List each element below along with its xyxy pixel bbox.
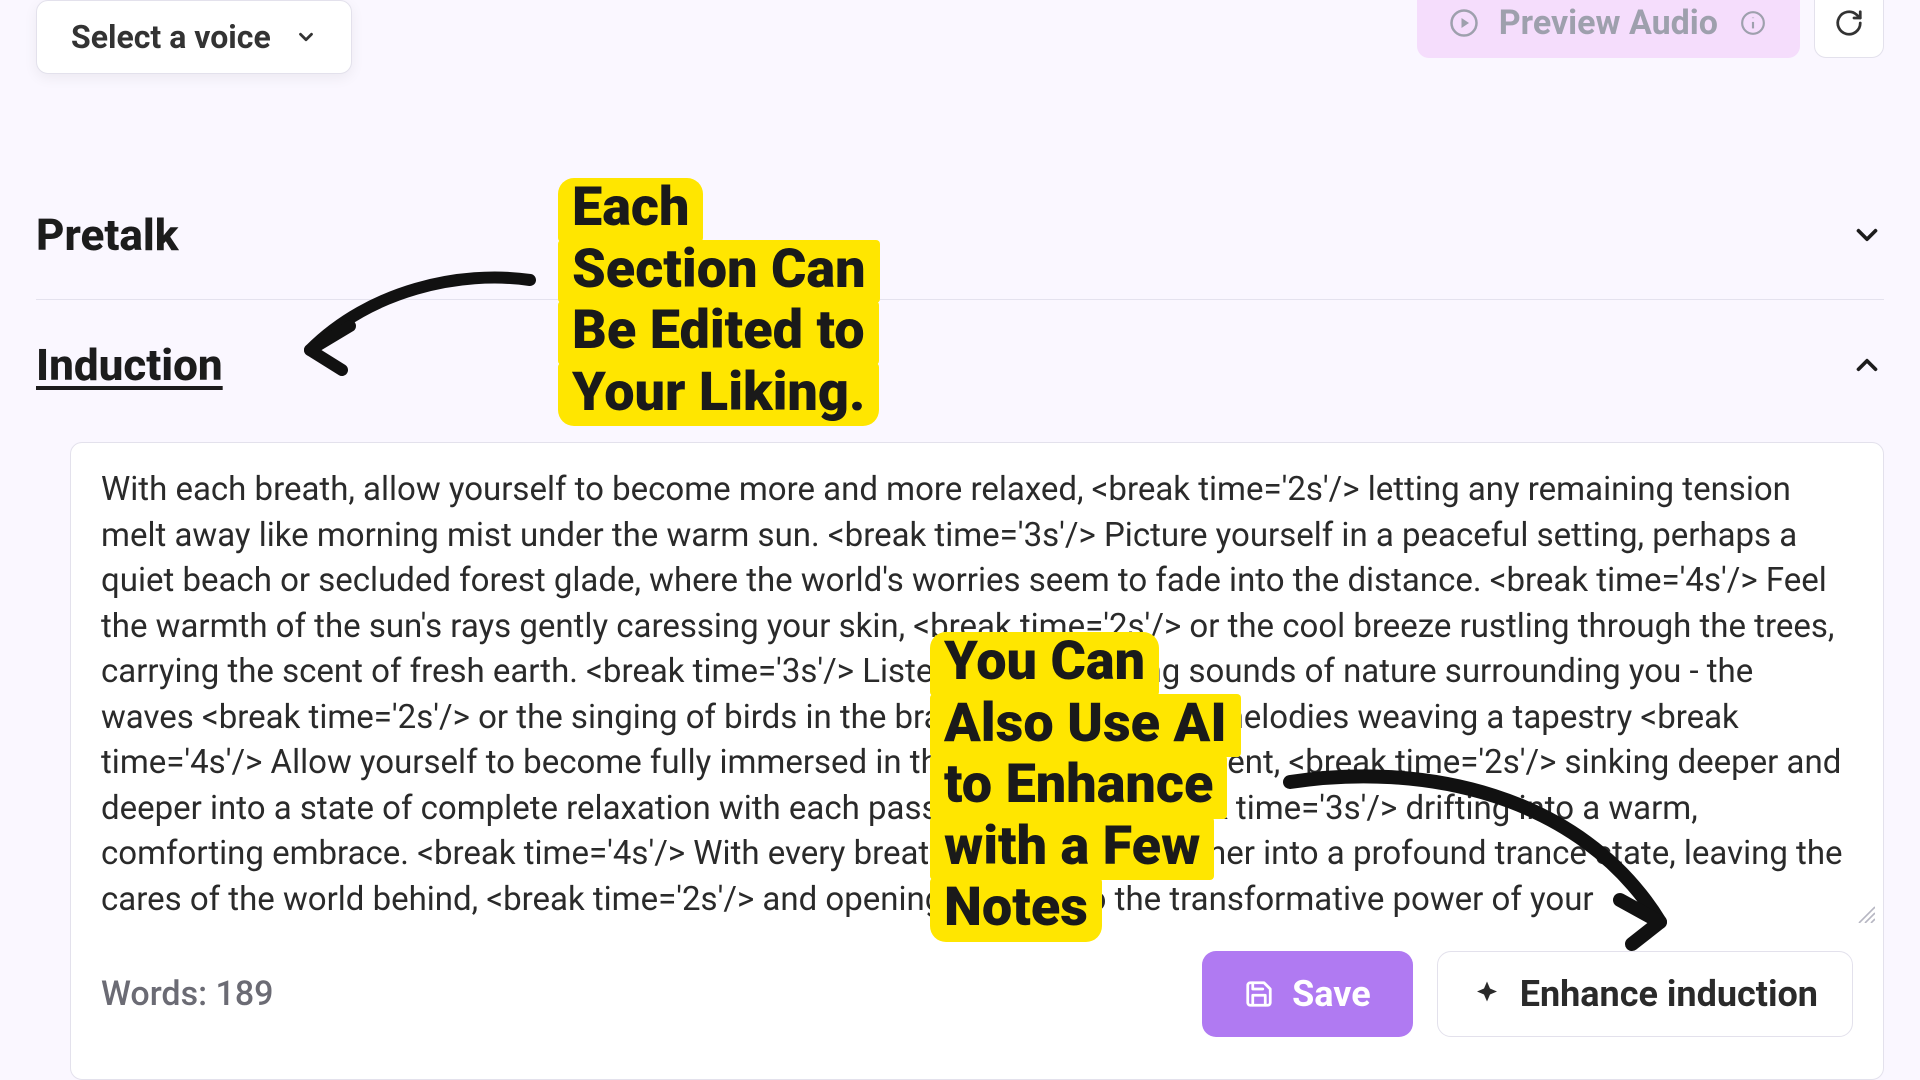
- enhance-label: Enhance induction: [1520, 973, 1818, 1015]
- info-circle-icon: [1736, 6, 1770, 40]
- play-circle-icon: [1447, 6, 1481, 40]
- save-button[interactable]: Save: [1202, 951, 1413, 1037]
- voice-select-label: Select a voice: [71, 18, 271, 56]
- save-icon: [1244, 979, 1274, 1009]
- preview-audio-label: Preview Audio: [1499, 3, 1718, 43]
- section-title: Pretalk: [36, 209, 179, 261]
- callout-ai-enhance: You Can Also Use AI to Enhance with a Fe…: [930, 632, 1241, 940]
- arrow-icon: [1280, 752, 1700, 962]
- chevron-up-icon: [1850, 348, 1884, 382]
- save-label: Save: [1292, 973, 1371, 1015]
- resize-handle-icon[interactable]: [1855, 903, 1875, 923]
- preview-audio-button[interactable]: Preview Audio: [1417, 0, 1800, 58]
- enhance-induction-button[interactable]: Enhance induction: [1437, 951, 1853, 1037]
- callout-edit-sections: Each Section Can Be Edited to Your Likin…: [558, 178, 880, 424]
- sparkle-icon: [1472, 979, 1502, 1009]
- word-count: Words: 189: [101, 974, 273, 1014]
- refresh-button[interactable]: [1814, 0, 1884, 58]
- editor-footer: Words: 189 Save Enhance induction: [101, 949, 1853, 1039]
- section-title: Induction: [36, 339, 223, 391]
- chevron-down-icon: [1850, 218, 1884, 252]
- refresh-icon: [1834, 8, 1864, 38]
- chevron-down-icon: [295, 26, 317, 48]
- arrow-icon: [280, 260, 540, 380]
- voice-select-button[interactable]: Select a voice: [36, 0, 352, 74]
